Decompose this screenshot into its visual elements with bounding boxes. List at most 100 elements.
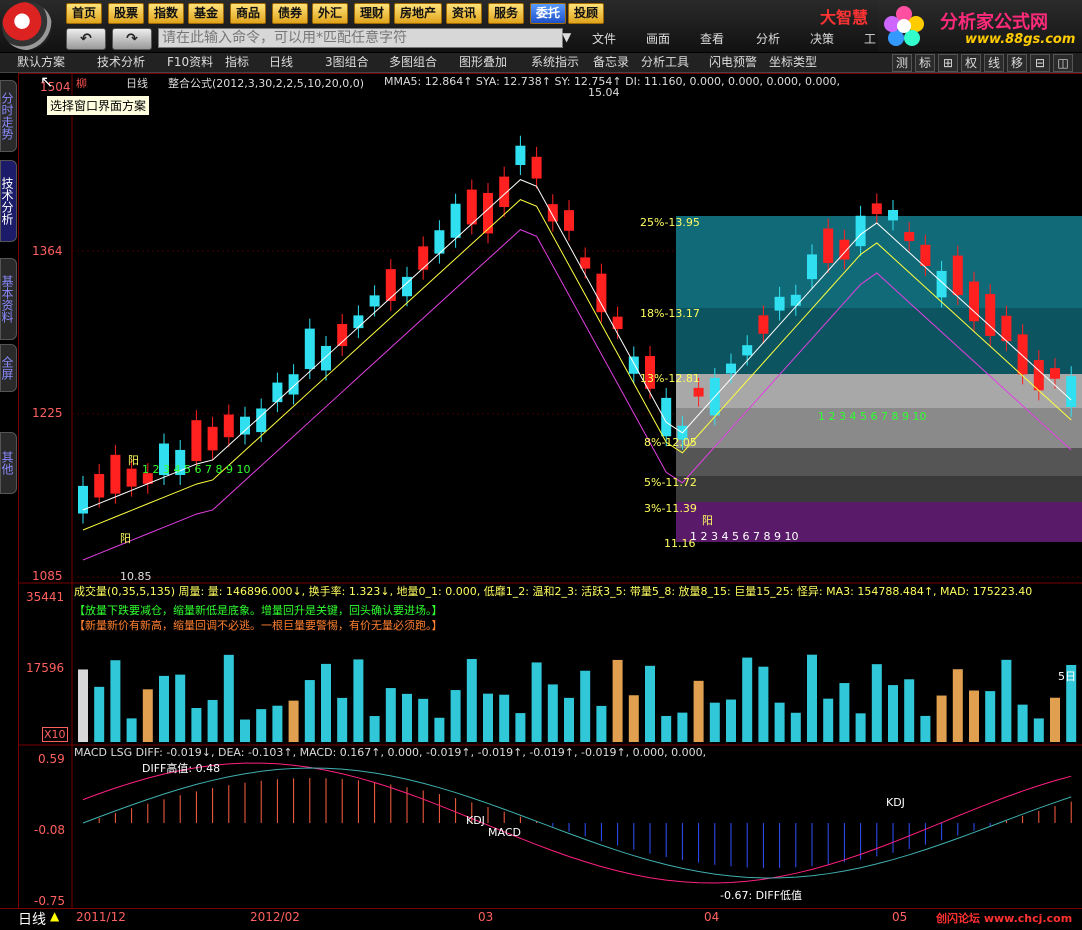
volume-bar-57 <box>1001 659 1012 742</box>
volume-bar-11 <box>256 709 267 742</box>
volume-bar-5 <box>159 675 169 742</box>
candle-body-25 <box>483 192 493 234</box>
candle-body-24 <box>466 189 477 225</box>
volume-bar-28 <box>531 662 542 742</box>
candle-body-38 <box>693 387 704 397</box>
volume-bar-31 <box>580 670 591 742</box>
candle-body-29 <box>547 204 558 222</box>
date-label-1: 2011/12 <box>76 910 126 924</box>
candle-body-41 <box>742 345 753 356</box>
candle-body-48 <box>855 215 866 247</box>
code-label: 柳 <box>76 77 87 90</box>
volume-bar-16 <box>337 697 348 742</box>
volume-bar-56 <box>985 691 996 742</box>
volume-bar-44 <box>790 712 801 742</box>
volume-bar-18 <box>369 716 380 742</box>
period-label: 日线 <box>126 77 148 90</box>
fib-band-0 <box>676 216 1082 308</box>
candle-body-31 <box>580 257 591 269</box>
candle-body-36 <box>661 397 672 437</box>
candle-body-14 <box>304 328 315 370</box>
candle-body-60 <box>1050 368 1060 379</box>
candle-body-8 <box>207 426 218 451</box>
candle-body-44 <box>790 294 801 306</box>
volume-bar-51 <box>904 679 915 742</box>
volume-bar-17 <box>353 659 364 742</box>
volume-bar-45 <box>807 654 817 742</box>
credit-label: 创闪论坛 www.chcj.com <box>936 912 1073 925</box>
count-seq-1: 1 2 3 4 5 6 7 8 9 10 <box>142 463 251 476</box>
volume-header: 成交量(0,35,5,135) 周量: 量: 146896.000↓, 换手率:… <box>74 585 1033 598</box>
volume-bar-8 <box>207 699 218 742</box>
period-triangle-icon[interactable]: ▲ <box>50 909 59 923</box>
diff-low-label: -0.67: DIFF低值 <box>720 889 803 902</box>
volume-bar-6 <box>175 674 186 742</box>
volume-bar-4 <box>142 689 153 742</box>
volume-bar-24 <box>466 658 477 742</box>
volume-bar-53 <box>936 695 947 742</box>
macd-label: MACD <box>488 826 521 839</box>
volume-bar-41 <box>742 657 753 742</box>
candle-body-7 <box>191 420 202 462</box>
fib-label-18: 18%-13.17 <box>640 307 700 320</box>
volume-bar-12 <box>272 705 283 742</box>
low-price-label: 10.85 <box>120 570 152 583</box>
volume-bar-48 <box>855 713 866 742</box>
high-price-label: 15.04 <box>588 86 620 99</box>
candle-body-59 <box>1033 360 1044 391</box>
diff-high-label: DIFF高值: 0.48 <box>142 762 221 775</box>
candle-body-21 <box>418 246 429 270</box>
volume-bar-15 <box>321 663 331 742</box>
period-switch[interactable]: 日线 <box>18 909 46 929</box>
y-tick-1225: 1225 <box>32 406 63 420</box>
volume-note-2: 【新量新价有新高，缩量回调不必逃。一根巨量要警惕，有价无量必须跑。】 <box>74 619 443 632</box>
candle-body-32 <box>596 273 607 313</box>
candle-body-0 <box>78 485 88 514</box>
candle-body-28 <box>531 156 542 179</box>
volume-bar-36 <box>661 715 672 742</box>
date-label-2: 2012/02 <box>250 910 300 924</box>
candle-body-58 <box>1017 334 1028 375</box>
volume-bar-9 <box>223 654 234 742</box>
diff-line <box>82 762 1072 884</box>
volume-bar-26 <box>499 694 510 742</box>
candle-body-30 <box>564 210 574 231</box>
candle-body-40 <box>726 363 736 374</box>
volume-bar-59 <box>1033 718 1044 742</box>
volume-bar-39 <box>709 702 720 742</box>
dea-line <box>82 767 1072 879</box>
date-label-3: 03 <box>478 910 494 924</box>
y-tick-1364: 1364 <box>32 244 63 258</box>
yang-label-1: 阳 <box>128 454 139 467</box>
volume-bar-22 <box>434 717 445 742</box>
candle-body-43 <box>774 296 785 311</box>
volume-bar-33 <box>612 659 623 742</box>
vol-y-tick-1: 35441 <box>26 590 65 604</box>
macd-header: MACD LSG DIFF: -0.019↓, DEA: -0.103↑, MA… <box>74 746 707 759</box>
candle-body-61 <box>1066 376 1077 408</box>
volume-bar-14 <box>304 680 315 742</box>
date-label-5: 05 <box>892 910 908 924</box>
candle-body-27 <box>515 145 526 166</box>
fib-label-3: 3%-11.39 <box>644 502 697 515</box>
yang-label-3: 阳 <box>702 514 713 527</box>
volume-bar-47 <box>839 683 850 742</box>
candle-body-34 <box>628 356 639 374</box>
candle-body-45 <box>807 254 817 280</box>
volume-bar-55 <box>969 690 979 742</box>
candle-body-9 <box>223 414 234 438</box>
bottom-bar <box>0 908 1082 930</box>
fib-label-13: 13%-12.81 <box>640 372 700 385</box>
candle-body-55 <box>969 281 979 322</box>
fib-band-5 <box>676 476 1082 502</box>
fib-band-4 <box>676 448 1082 476</box>
volume-bar-40 <box>726 699 736 742</box>
volume-bar-42 <box>758 666 769 742</box>
yang-label-2: 阳 <box>120 532 131 545</box>
candle-body-49 <box>871 203 882 215</box>
volume-bar-43 <box>774 702 785 742</box>
macd-y-tick-3: -0.75 <box>34 894 66 908</box>
volume-bar-35 <box>645 665 655 742</box>
candle-body-52 <box>920 244 931 267</box>
kdj-label-2: KDJ <box>466 814 485 827</box>
